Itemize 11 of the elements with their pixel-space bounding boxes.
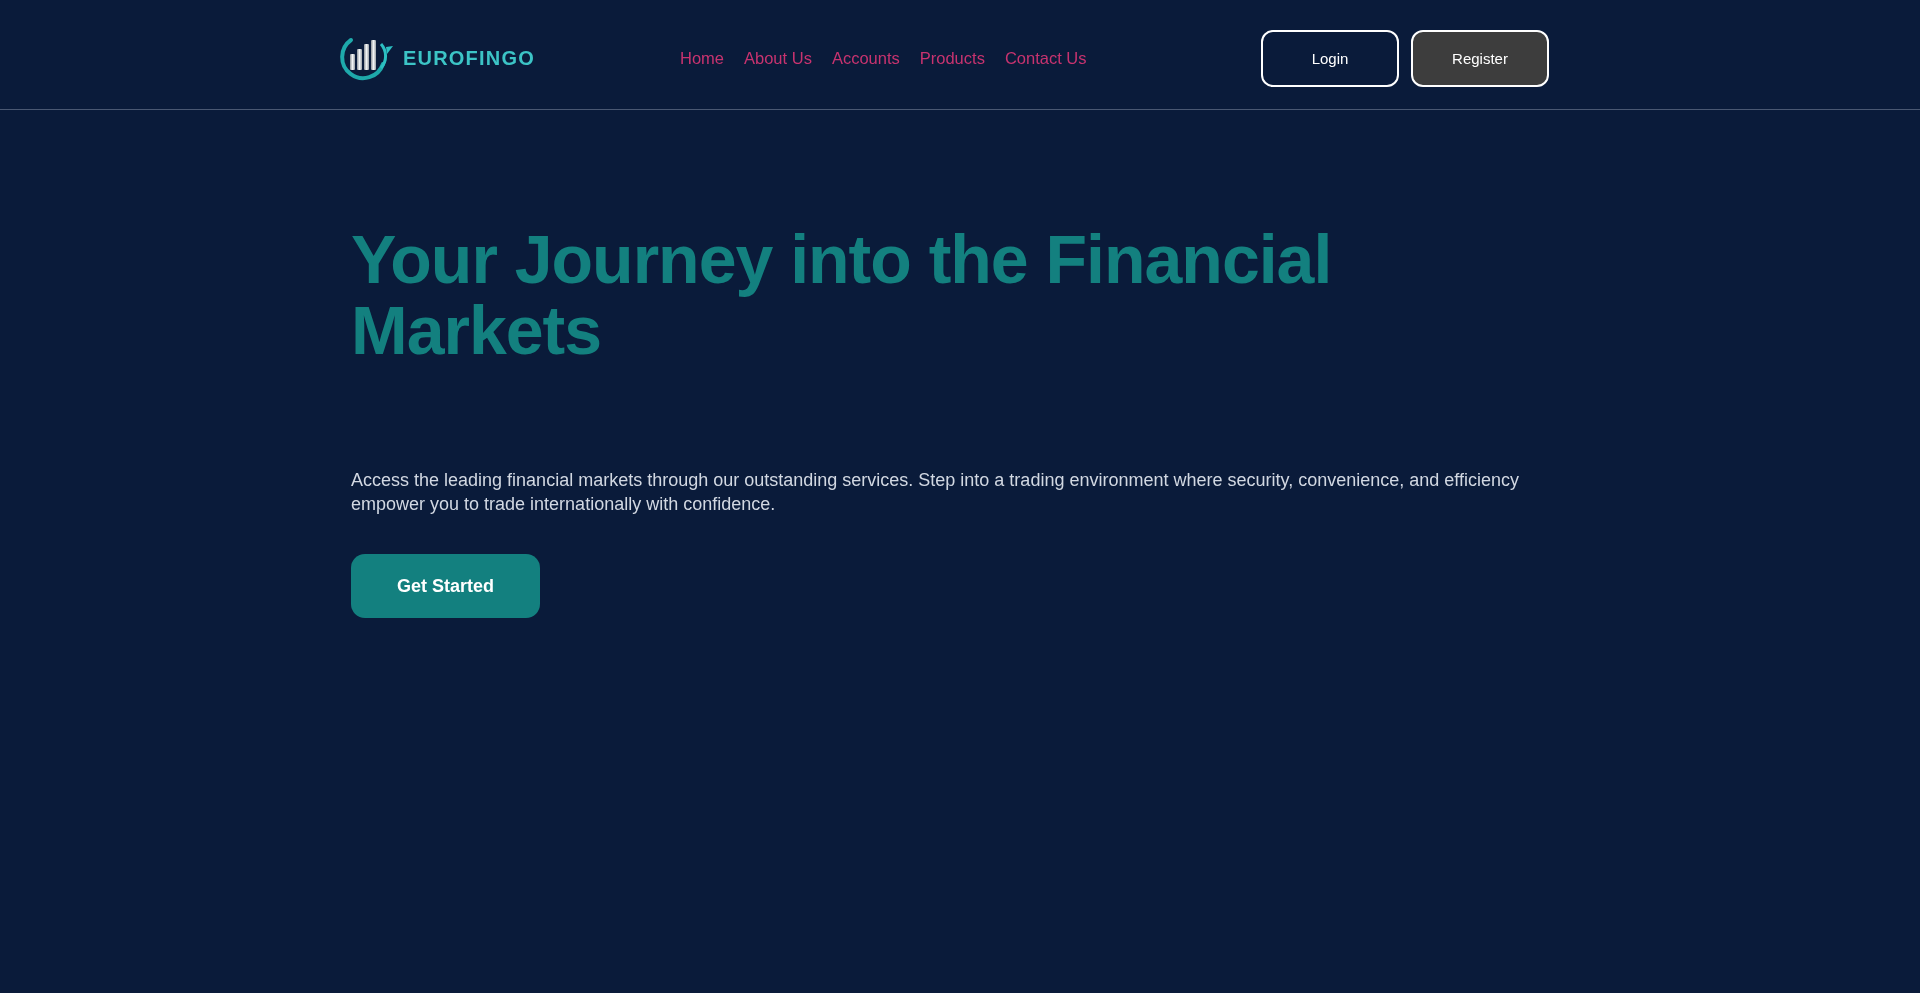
get-started-button[interactable]: Get Started (351, 554, 540, 618)
register-button[interactable]: Register (1411, 30, 1549, 87)
brand-name: EUROFINGO (403, 47, 535, 70)
nav-link[interactable]: Products (919, 49, 985, 68)
hero-description: Access the leading financial markets through our outstanding services. Step into a trading environment where security, convenience, and efficiency empower you to trade internationally with confidence. (351, 469, 1520, 516)
nav-link[interactable]: Contact Us (1004, 49, 1087, 68)
hero-heading: Your Journey into the Financial Markets (351, 224, 1333, 366)
nav-link[interactable]: Home (680, 49, 724, 68)
login-button[interactable]: Login (1261, 30, 1399, 87)
nav-link[interactable]: Accounts (831, 49, 900, 68)
nav-link[interactable]: About Us (744, 49, 812, 68)
